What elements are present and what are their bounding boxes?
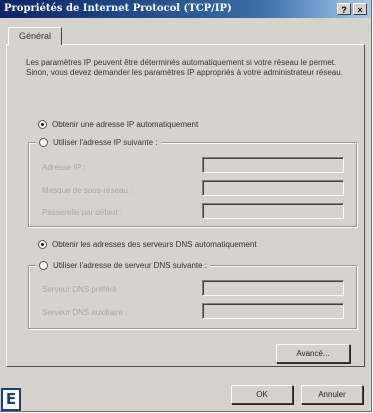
tcpip-properties-dialog: Propriétés de Internet Protocol (TCP/IP)… [0,0,372,412]
ip-address-label: Adresse IP : [42,163,86,172]
radio-unselected-icon [39,138,48,147]
alternate-dns-field[interactable] [202,303,344,319]
preferred-dns-field[interactable] [202,280,344,296]
corner-letter-badge: E [1,388,21,411]
dns-server-group [28,265,357,329]
radio-use-dns[interactable]: Utiliser l'adresse de serveur DNS suivan… [36,261,211,270]
radio-unselected-icon [39,261,48,270]
radio-selected-icon [38,120,47,129]
default-gateway-field[interactable] [202,203,344,219]
radio-obtain-dns-auto[interactable]: Obtenir les adresses des serveurs DNS au… [38,240,257,249]
preferred-dns-label: Serveur DNS préféré : [42,285,122,294]
alternate-dns-label: Serveur DNS auxiliaire : [42,308,128,317]
tab-general[interactable]: Général [8,27,62,45]
description-text: Les paramètres IP peuvent être déterminé… [26,58,343,77]
subnet-mask-label: Masque de sous-réseau : [42,186,133,195]
ok-button[interactable]: OK [231,385,293,404]
radio-use-ip-label: Utiliser l'adresse IP suivante : [53,138,158,147]
radio-obtain-ip-auto[interactable]: Obtenir une adresse IP automatiquement [38,120,198,129]
help-button[interactable]: ? [337,3,351,15]
radio-use-dns-label: Utiliser l'adresse de serveur DNS suivan… [53,261,208,270]
cancel-button[interactable]: Annuler [301,385,363,404]
radio-obtain-dns-auto-label: Obtenir les adresses des serveurs DNS au… [52,240,257,249]
ip-address-field[interactable] [202,157,344,173]
subnet-mask-field[interactable] [202,180,344,196]
radio-selected-icon [38,240,47,249]
title-bar: Propriétés de Internet Protocol (TCP/IP)… [0,0,371,18]
radio-obtain-ip-auto-label: Obtenir une adresse IP automatiquement [52,120,199,129]
default-gateway-label: Passerelle par défaut : [42,208,123,217]
close-button[interactable]: × [353,3,367,15]
radio-use-ip[interactable]: Utiliser l'adresse IP suivante : [36,138,161,147]
window-title: Propriétés de Internet Protocol (TCP/IP) [4,3,232,14]
advanced-button[interactable]: Avancé... [276,344,350,363]
